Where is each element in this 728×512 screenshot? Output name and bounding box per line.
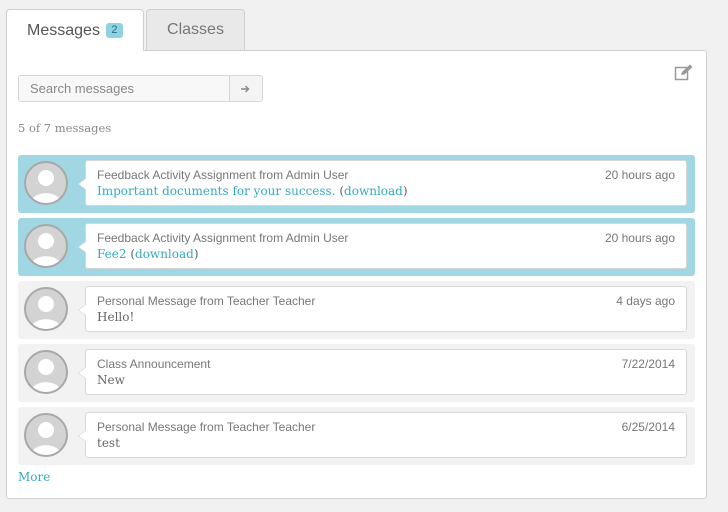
compose-icon[interactable]	[674, 64, 694, 82]
paren-open: (	[126, 247, 136, 261]
more-link[interactable]: More	[18, 470, 50, 484]
message-bubble: Class Announcement 7/22/2014 New	[78, 349, 687, 395]
tab-messages-label: Messages	[27, 21, 100, 39]
message-subject: Feedback Activity Assignment from Admin …	[97, 231, 349, 245]
avatar	[24, 350, 68, 394]
messages-panel: 5 of 7 messages Feedback Activity Assign…	[6, 50, 707, 499]
message-subject: Personal Message from Teacher Teacher	[97, 294, 316, 308]
message-bubble: Feedback Activity Assignment from Admin …	[78, 223, 687, 269]
avatar	[24, 224, 68, 268]
download-link[interactable]: download	[344, 184, 403, 198]
search-input[interactable]	[18, 75, 230, 102]
message-body: Important documents for your success. (d…	[97, 184, 408, 198]
message-item[interactable]: Feedback Activity Assignment from Admin …	[18, 218, 695, 276]
message-time: 7/22/2014	[621, 357, 675, 371]
arrow-right-icon	[241, 85, 250, 92]
message-subject: Personal Message from Teacher Teacher	[97, 420, 316, 434]
search-submit-button[interactable]	[229, 75, 263, 102]
message-item[interactable]: Class Announcement 7/22/2014 New	[18, 344, 695, 402]
message-link[interactable]: Important documents for your success.	[97, 184, 336, 198]
message-body: Hello!	[97, 310, 135, 324]
tab-messages[interactable]: Messages 2	[6, 9, 144, 51]
avatar	[24, 413, 68, 457]
unread-count-badge: 2	[105, 23, 123, 38]
message-bubble: Personal Message from Teacher Teacher 6/…	[78, 412, 687, 458]
message-body: Fee2 (download)	[97, 247, 199, 261]
message-body: New	[97, 373, 125, 387]
message-item[interactable]: Feedback Activity Assignment from Admin …	[18, 155, 695, 213]
message-list: Feedback Activity Assignment from Admin …	[18, 155, 695, 470]
message-count: 5 of 7 messages	[18, 121, 112, 135]
message-item[interactable]: Personal Message from Teacher Teacher 6/…	[18, 407, 695, 465]
message-time: 6/25/2014	[621, 420, 675, 434]
message-subject: Class Announcement	[97, 357, 211, 371]
message-time: 20 hours ago	[604, 168, 675, 182]
message-bubble: Feedback Activity Assignment from Admin …	[78, 160, 687, 206]
message-body: test	[97, 436, 120, 450]
message-bubble: Personal Message from Teacher Teacher 4 …	[78, 286, 687, 332]
message-time: 20 hours ago	[604, 231, 675, 245]
message-time: 4 days ago	[616, 294, 675, 308]
avatar	[24, 287, 68, 331]
tab-classes-label: Classes	[167, 21, 224, 38]
paren-close: )	[402, 184, 408, 198]
message-subject: Feedback Activity Assignment from Admin …	[97, 168, 349, 182]
paren-close: )	[193, 247, 199, 261]
message-link[interactable]: Fee2	[97, 247, 127, 261]
paren-open: (	[335, 184, 345, 198]
message-item[interactable]: Personal Message from Teacher Teacher 4 …	[18, 281, 695, 339]
tab-classes[interactable]: Classes	[146, 9, 245, 50]
download-link[interactable]: download	[135, 247, 194, 261]
avatar	[24, 161, 68, 205]
